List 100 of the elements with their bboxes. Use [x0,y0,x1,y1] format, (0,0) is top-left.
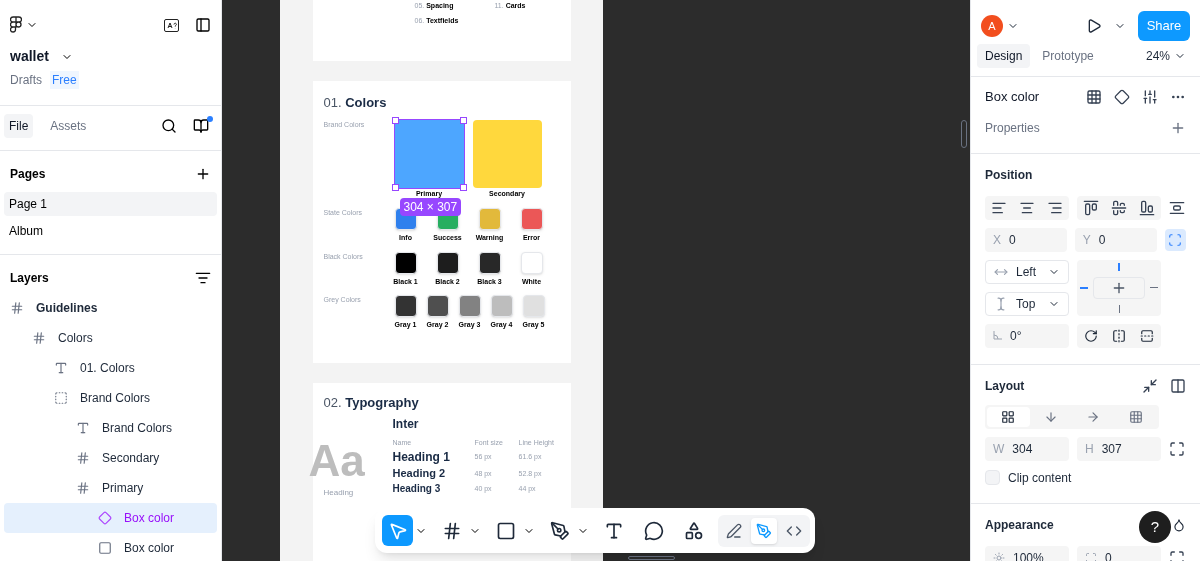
frame-icon [10,301,24,315]
user-avatar[interactable]: A [981,15,1003,37]
checkbox-label: Clip content [1008,469,1072,487]
pen-icon [549,520,570,541]
help-button[interactable]: ? [1139,511,1171,543]
constraints-icon [1168,232,1183,247]
opacity-field[interactable]: 100% [985,545,1069,561]
frame-icon [76,451,90,465]
collapse-icon[interactable] [195,270,211,286]
heading-sample: Heading 3 [392,482,442,496]
section-title: Layers [10,270,49,287]
color-swatch[interactable] [472,119,542,188]
properties-label: Properties [985,119,1040,137]
panel-tab[interactable]: File [4,114,34,138]
size-label: 304 × 307 [399,197,462,216]
align-top-icon[interactable] [1083,199,1099,216]
layer-item[interactable]: Secondary [4,443,217,473]
section-title: Position [985,166,1034,184]
x-field[interactable]: X 0 [985,227,1067,252]
flip-horizontal-icon[interactable] [1112,328,1126,343]
flip-vertical-icon[interactable] [1140,328,1154,343]
width-field[interactable]: W 304 [985,436,1069,461]
sample-label: Heading [322,486,355,499]
section-title: Layout [985,377,1025,395]
angle-icon [993,331,1002,340]
panel-tab[interactable]: Design [977,44,1031,68]
resize-handle[interactable] [391,183,399,191]
component-icon[interactable] [1114,88,1130,105]
shapes-icon [683,520,704,541]
height-field[interactable]: H 307 [1077,436,1161,461]
layer-item[interactable]: Brand Colors [4,383,217,413]
collapse-icon[interactable] [1142,377,1158,394]
frame-icon [32,331,46,345]
text-icon [54,361,68,375]
y-field[interactable]: Y 0 [1074,227,1157,252]
arrow-down-icon [1043,409,1058,424]
resize-icon[interactable] [1169,440,1185,457]
layer-item[interactable]: Colors [4,323,217,353]
layer-item[interactable]: Box color [4,533,217,561]
mode-button[interactable] [751,517,777,544]
panel-tab[interactable]: Assets [45,114,92,138]
location-link[interactable]: Drafts [10,71,42,89]
scrollbar[interactable] [628,556,675,560]
logo-icon[interactable] [10,16,22,34]
grid-icon [1128,409,1143,424]
group-icon [54,391,68,405]
section-title: Pages [10,166,46,183]
align-bottom-icon[interactable] [1139,199,1155,216]
search-icon[interactable] [161,118,177,134]
constraints-toggle[interactable] [1164,228,1186,251]
layout-option[interactable] [987,406,1030,427]
draw-icon [726,522,742,539]
checkbox[interactable] [985,470,1000,485]
sliders-icon[interactable] [1142,88,1158,105]
section-heading: 01. Colors [323,94,388,112]
drop-icon[interactable] [1172,517,1186,532]
rectangle-icon [98,541,112,555]
freeform-icon [1001,409,1016,424]
corners-icon[interactable] [1169,549,1185,561]
rectangle-icon [495,520,516,541]
resize-handle[interactable] [391,116,399,124]
selection-name: Box color [985,88,1040,106]
resize-handle[interactable] [459,116,467,124]
type-sample: Aa [308,438,366,483]
panel-tab[interactable]: Prototype [1034,44,1102,68]
library-icon[interactable] [193,118,209,134]
design-icon [756,522,772,539]
layer-item[interactable]: Box color [4,503,217,533]
layer-item[interactable]: Brand Colors [4,413,217,443]
radius-field[interactable]: 0 [1077,545,1161,561]
section-title: Appearance [985,516,1054,534]
grid-icon[interactable] [1086,88,1102,105]
zoom-level[interactable]: 24% [1145,47,1170,65]
layer-item[interactable]: Primary [4,473,217,503]
sidebar-icon[interactable] [195,17,211,33]
frame-icon [76,481,90,495]
add-icon[interactable] [195,166,211,182]
layer-item[interactable]: Guidelines [4,293,217,323]
distribute-icon[interactable] [1169,199,1185,216]
layout-icon[interactable] [1170,377,1186,394]
instance-icon [98,511,112,525]
text-icon [76,421,90,435]
rotation-field[interactable]: 0° [985,323,1069,348]
section-heading: 02. Typography [322,394,420,412]
opacity-icon [993,551,1005,561]
resize-handle[interactable] [459,183,467,191]
vertical-constraint[interactable]: Top [985,291,1069,316]
heading-sample: Heading 1 [392,450,451,465]
file-name[interactable]: wallet [10,46,49,67]
align-middle-icon[interactable] [1111,199,1127,216]
scrollbar[interactable] [961,120,967,148]
rotate-icon[interactable] [1084,328,1098,343]
layer-item[interactable]: 01. Colors [4,353,217,383]
font-icon[interactable] [164,18,179,32]
heading-sample: Heading 2 [392,467,447,481]
horizontal-constraint[interactable]: Left [985,259,1069,284]
font-name: Inter [392,416,420,432]
page-item[interactable]: Page 1 [4,192,217,216]
play-icon[interactable] [1086,18,1102,34]
page-item[interactable]: Album [4,219,217,243]
